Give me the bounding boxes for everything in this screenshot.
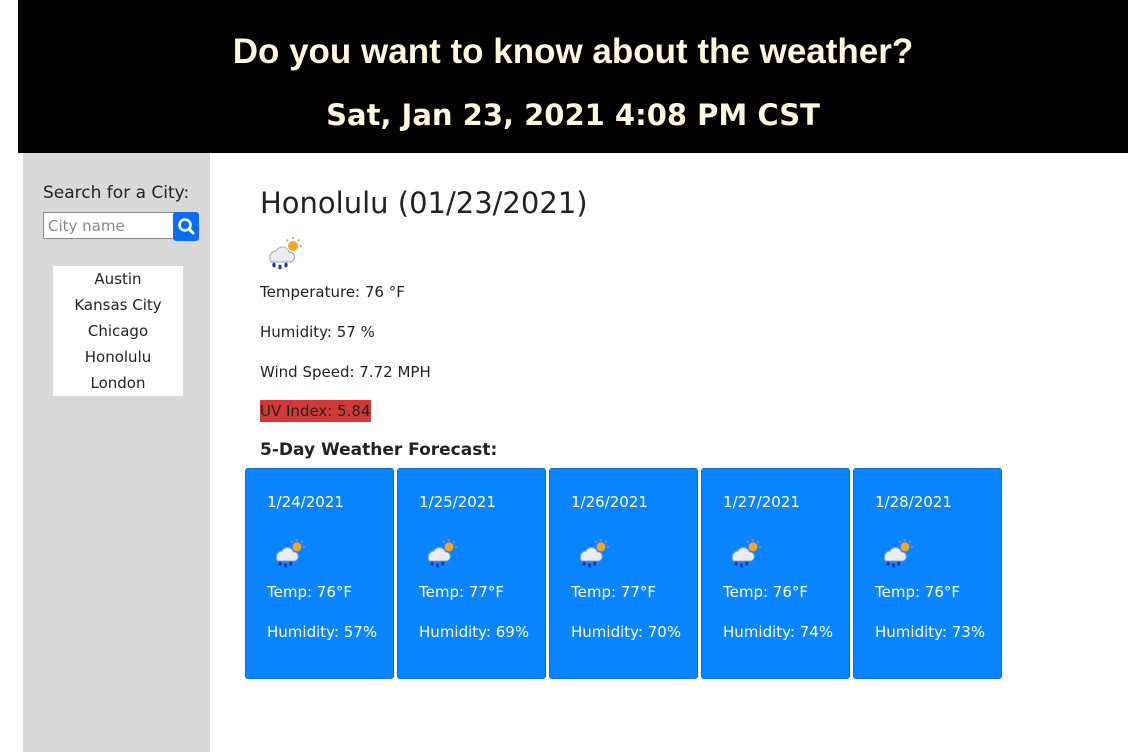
search-label: Search for a City: (43, 183, 190, 203)
history-item-london[interactable]: London (53, 370, 183, 396)
search-button[interactable] (173, 212, 199, 241)
current-city-title: Honolulu (01/23/2021) (260, 186, 588, 220)
forecast-date: 1/25/2021 (419, 493, 496, 511)
page-title: Do you want to know about the weather? (232, 32, 914, 71)
rain-sun-icon (726, 538, 764, 572)
forecast-card: 1/26/2021 Temp: 77°F Humidity: 70% (549, 468, 698, 679)
forecast-humidity: Humidity: 57% (267, 623, 378, 641)
forecast-temp: Temp: 77°F (419, 583, 505, 601)
main-content: Honolulu (01/23/2021) Temperature: 76 °F… (210, 153, 1148, 752)
forecast-temp: Temp: 76°F (875, 583, 961, 601)
rain-sun-icon (270, 538, 308, 572)
current-humidity: Humidity: 57 % (260, 323, 375, 341)
history-item-honolulu[interactable]: Honolulu (53, 344, 183, 370)
forecast-humidity: Humidity: 70% (571, 623, 682, 641)
rain-sun-icon (422, 538, 460, 572)
rain-sun-icon (264, 236, 304, 274)
sidebar: Search for a City: Austin Kansas City Ch… (23, 153, 210, 752)
page-header: Do you want to know about the weather? S… (18, 0, 1128, 153)
history-item-kansas-city[interactable]: Kansas City (53, 292, 183, 318)
current-temperature: Temperature: 76 °F (260, 283, 405, 301)
city-search-input[interactable] (43, 212, 175, 239)
forecast-temp: Temp: 76°F (723, 583, 809, 601)
rain-sun-icon (878, 538, 916, 572)
forecast-date: 1/28/2021 (875, 493, 952, 511)
search-history-list: Austin Kansas City Chicago Honolulu Lond… (53, 266, 183, 396)
forecast-temp: Temp: 77°F (571, 583, 657, 601)
forecast-card: 1/28/2021 Temp: 76°F Humidity: 73% (853, 468, 1002, 679)
forecast-card: 1/24/2021 Temp: 76°F Humidity: 57% (245, 468, 394, 679)
history-item-chicago[interactable]: Chicago (53, 318, 183, 344)
rain-sun-icon (574, 538, 612, 572)
forecast-humidity: Humidity: 73% (875, 623, 986, 641)
forecast-date: 1/24/2021 (267, 493, 344, 511)
forecast-temp: Temp: 76°F (267, 583, 353, 601)
forecast-date: 1/27/2021 (723, 493, 800, 511)
forecast-title: 5-Day Weather Forecast: (260, 440, 498, 460)
current-wind-speed: Wind Speed: 7.72 MPH (260, 363, 431, 381)
forecast-humidity: Humidity: 69% (419, 623, 530, 641)
search-icon (178, 218, 195, 235)
current-datetime: Sat, Jan 23, 2021 4:08 PM CST (326, 98, 820, 132)
forecast-humidity: Humidity: 74% (723, 623, 834, 641)
uv-index-badge: UV Index: 5.84 (260, 400, 371, 422)
history-item-austin[interactable]: Austin (53, 266, 183, 292)
forecast-date: 1/26/2021 (571, 493, 648, 511)
forecast-card: 1/25/2021 Temp: 77°F Humidity: 69% (397, 468, 546, 679)
forecast-card: 1/27/2021 Temp: 76°F Humidity: 74% (701, 468, 850, 679)
